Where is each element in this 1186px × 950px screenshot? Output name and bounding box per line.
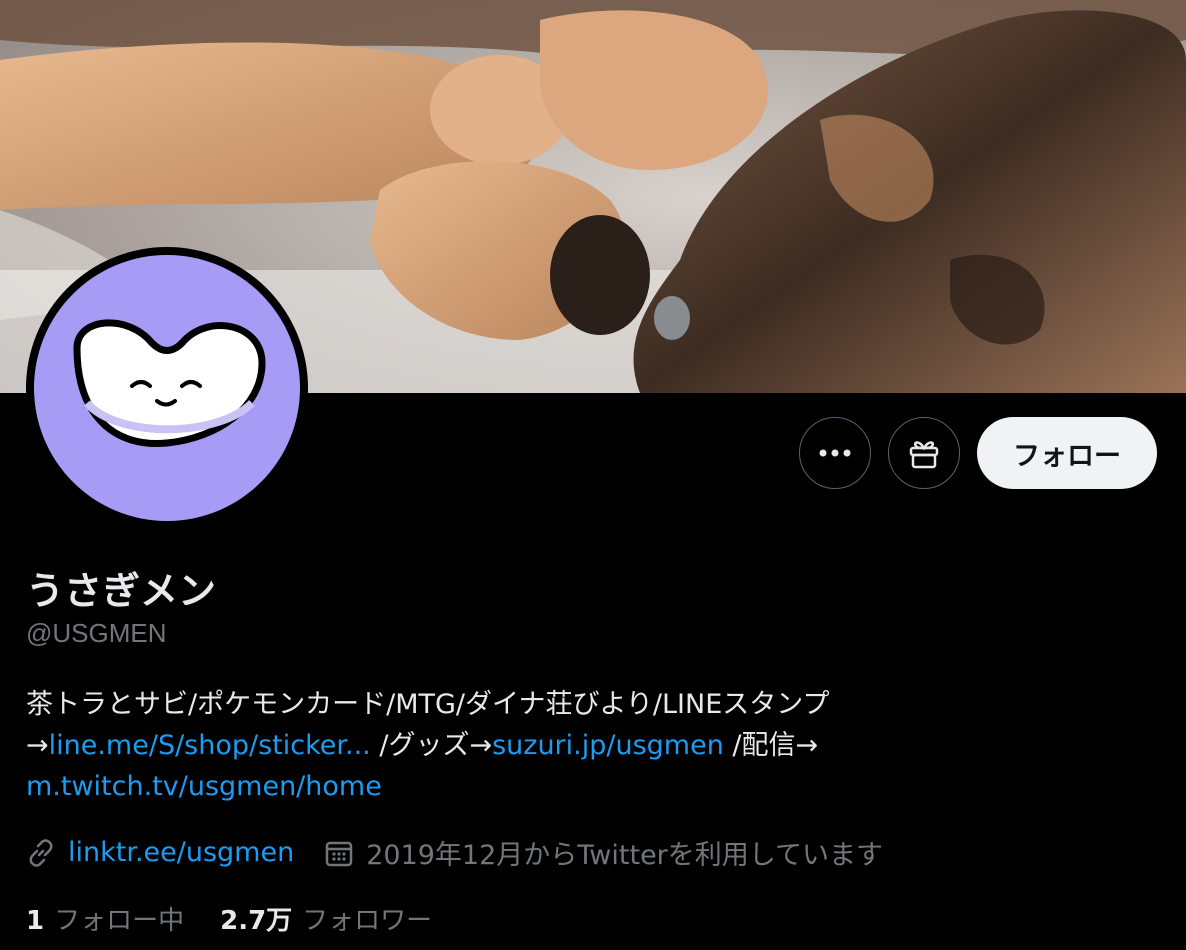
bio-goods-text: /グッズ→ (370, 730, 493, 761)
followers-count: 2.7万 (220, 906, 293, 936)
followers-label: フォロワー (302, 906, 433, 936)
link-suzuri[interactable]: suzuri.jp/usgmen (492, 730, 724, 761)
character-icon (73, 319, 266, 448)
website-link[interactable]: linktr.ee/usgmen (68, 837, 294, 868)
more-icon (819, 449, 851, 457)
following-label: フォロー中 (54, 906, 185, 936)
avatar[interactable] (26, 247, 308, 529)
gift-button[interactable] (888, 417, 960, 489)
more-button[interactable] (799, 417, 871, 489)
following-count: 1 (26, 906, 45, 936)
followers-stat[interactable]: 2.7万 フォロワー (220, 900, 432, 937)
gift-icon (909, 441, 939, 469)
profile-actions: フォロー (799, 417, 1157, 489)
user-handle: @USGMEN (26, 618, 167, 648)
avatar-image (34, 255, 300, 521)
joined-date: 2019年12月からTwitterを利用しています (366, 840, 883, 871)
bio-stream-text: /配信→ (723, 730, 819, 761)
follow-stats: 1 フォロー中 2.7万 フォロワー (26, 900, 468, 937)
bio-text: 茶トラとサビ/ポケモンカード/MTG/ダイナ荘びより/LINEスタンプ (26, 689, 830, 720)
calendar-icon (325, 841, 353, 866)
joined-item: 2019年12月からTwitterを利用しています (324, 833, 883, 872)
link-line-stickers[interactable]: line.me/S/shop/sticker... (49, 730, 371, 761)
website-item: linktr.ee/usgmen (26, 837, 294, 868)
display-name: うさぎメン (26, 569, 217, 613)
bio-arrow: → (26, 730, 49, 761)
profile-bio: 茶トラとサビ/ポケモンカード/MTG/ダイナ荘びより/LINEスタンプ →lin… (26, 684, 1146, 807)
following-stat[interactable]: 1 フォロー中 (26, 900, 184, 937)
link-icon (29, 838, 53, 867)
follow-button[interactable]: フォロー (977, 417, 1157, 489)
link-twitch[interactable]: m.twitch.tv/usgmen/home (26, 771, 382, 802)
profile-meta: linktr.ee/usgmen 2019年12月からTwitterを利用してい… (26, 833, 913, 872)
